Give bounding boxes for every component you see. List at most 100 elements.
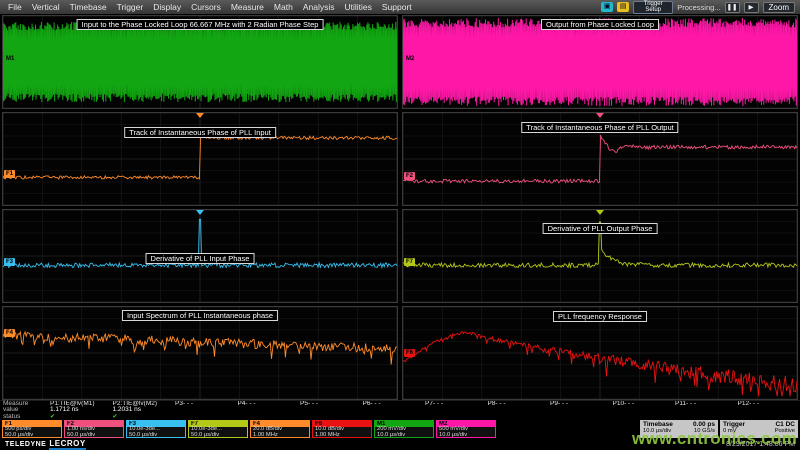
- descriptor-timebase: 50.0 μs/div: [65, 433, 123, 438]
- timebase-offset: 0.00 ps: [693, 421, 715, 428]
- panel-output-phase-track[interactable]: Track of Instantaneous Phase of PLL Outp…: [402, 112, 798, 206]
- timebase-scale: 10.0 μs/div: [643, 428, 671, 434]
- trigger-setup-line2: Setup: [645, 7, 661, 13]
- panel-input-phase-derivative[interactable]: Derivative of PLL Input Phase F3: [2, 209, 398, 303]
- measure-name: P10- - -: [613, 401, 676, 407]
- menu-analysis[interactable]: Analysis: [298, 2, 340, 12]
- trigger-box[interactable]: Trigger C1 DC 0 mV Positive: [720, 420, 798, 438]
- pause-button[interactable]: ❚❚: [725, 2, 740, 13]
- trace-tag: M1: [4, 55, 16, 63]
- descriptor-timebase: 10.0 μs/div: [437, 433, 495, 438]
- measure-column-p4[interactable]: P4- - -: [238, 401, 301, 419]
- panel-pll-input-carrier[interactable]: Input to the Phase Locked Loop 66.667 MH…: [2, 15, 398, 109]
- trace-tag: F4: [4, 329, 15, 337]
- trigger-source: C1 DC: [775, 421, 795, 428]
- play-button[interactable]: ▶: [744, 2, 759, 13]
- trace-title: Output from Phase Locked Loop: [541, 19, 659, 30]
- descriptor-timebase: 10.0 μs/div: [375, 433, 433, 438]
- descriptor-box-m2[interactable]: M2500 mV/div10.0 μs/div: [436, 420, 496, 438]
- menu-vertical[interactable]: Vertical: [27, 2, 65, 12]
- trace-title: Derivative of PLL Input Phase: [146, 253, 255, 264]
- trace-tag: F7: [404, 258, 415, 266]
- measure-column-p8[interactable]: P8- - -: [488, 401, 551, 419]
- trace-tag: F2: [404, 172, 415, 180]
- measure-name: P9- - -: [550, 401, 613, 407]
- step-position-marker: [596, 210, 604, 215]
- descriptor-box-f2[interactable]: F21.00 ns/div50.0 μs/div: [64, 420, 124, 438]
- waveform-trace: [3, 136, 397, 179]
- trigger-level: 0 mV: [723, 428, 737, 434]
- trigger-slope: Positive: [775, 428, 795, 434]
- menu-bar: File Vertical Timebase Trigger Display C…: [0, 0, 800, 14]
- measure-column-p5[interactable]: P5- - -: [300, 401, 363, 419]
- brand-teledyne: TELEDYNE: [5, 441, 46, 448]
- measure-name: P6- - -: [363, 401, 426, 407]
- timebase-box[interactable]: Timebase 0.00 ps 10.0 μs/div 10 GS/s: [640, 420, 718, 438]
- trace-title: Input Spectrum of PLL Instantaneous phas…: [122, 310, 278, 321]
- warning-status-icon[interactable]: ▤: [617, 2, 629, 12]
- descriptor-timebase: 50.0 μs/div: [189, 433, 247, 438]
- descriptor-box-f7[interactable]: F710.0e-3de...50.0 μs/div: [188, 420, 248, 438]
- panel-pll-frequency-response[interactable]: PLL frequency Response F6: [402, 306, 798, 400]
- menu-math[interactable]: Math: [269, 2, 298, 12]
- trace-tag: F1: [4, 170, 15, 178]
- measure-name: P3- - -: [175, 401, 238, 407]
- trigger-setup-button[interactable]: Trigger Setup: [633, 1, 673, 14]
- measure-column-p12[interactable]: P12- - -: [738, 401, 800, 419]
- measure-column-p9[interactable]: P9- - -: [550, 401, 613, 419]
- descriptor-timebase: 1.00 MHz: [251, 433, 309, 438]
- menu-utilities[interactable]: Utilities: [339, 2, 376, 12]
- trace-title: Track of Instantaneous Phase of PLL Inpu…: [124, 127, 276, 138]
- trigger-label: Trigger: [723, 421, 745, 428]
- measure-column-p7[interactable]: P7- - -: [425, 401, 488, 419]
- panel-input-phase-track[interactable]: Track of Instantaneous Phase of PLL Inpu…: [2, 112, 398, 206]
- trace-tag: F3: [4, 258, 15, 266]
- measure-column-p6[interactable]: P6- - -: [363, 401, 426, 419]
- measure-table: MeasurevaluestatusP1:TIE@lv(M1)1.1712 ns…: [0, 400, 800, 419]
- menu-display[interactable]: Display: [148, 2, 186, 12]
- measure-column-p10[interactable]: P10- - -: [613, 401, 676, 419]
- menu-measure[interactable]: Measure: [226, 2, 269, 12]
- menu-support[interactable]: Support: [377, 2, 417, 12]
- descriptor-box-f3[interactable]: F310.0e-3de...50.0 μs/div: [126, 420, 186, 438]
- zoom-button[interactable]: Zoom: [763, 2, 795, 13]
- measure-column-p1[interactable]: P1:TIE@lv(M1)1.1712 ns✔: [50, 401, 113, 419]
- menu-cursors[interactable]: Cursors: [186, 2, 226, 12]
- measure-name: P5- - -: [300, 401, 363, 407]
- measure-name: P12- - -: [738, 401, 800, 407]
- measure-column-p2[interactable]: P2:TIE@lv(M2)1.2031 ns✔: [113, 401, 176, 419]
- waveform-grid-area: Input to the Phase Locked Loop 66.667 MH…: [0, 14, 800, 400]
- trace-descriptor-boxes: F1500 ps/div50.0 μs/divF21.00 ns/div50.0…: [2, 420, 496, 438]
- descriptor-box-f1[interactable]: F1500 ps/div50.0 μs/div: [2, 420, 62, 438]
- descriptor-timebase: 50.0 μs/div: [127, 433, 185, 438]
- trace-title: Derivative of PLL Output Phase: [543, 223, 658, 234]
- descriptor-box-m1[interactable]: M1200 mV/div10.0 μs/div: [374, 420, 434, 438]
- measure-name: P4- - -: [238, 401, 301, 407]
- measure-column-p3[interactable]: P3- - -: [175, 401, 238, 419]
- trace-title: Input to the Phase Locked Loop 66.667 MH…: [77, 19, 324, 30]
- oscilloscope-app: File Vertical Timebase Trigger Display C…: [0, 0, 800, 450]
- waveform-trace: [3, 22, 397, 102]
- measure-name: P8- - -: [488, 401, 551, 407]
- menu-timebase[interactable]: Timebase: [65, 2, 112, 12]
- display-status-icon[interactable]: ▣: [601, 2, 613, 12]
- descriptor-bar: F1500 ps/div50.0 μs/divF21.00 ns/div50.0…: [0, 419, 800, 439]
- measure-name: P7- - -: [425, 401, 488, 407]
- descriptor-timebase: 50.0 μs/div: [3, 433, 61, 438]
- menu-file[interactable]: File: [3, 2, 27, 12]
- measure-column-p11[interactable]: P11- - -: [675, 401, 738, 419]
- processing-status: Processing...: [677, 3, 720, 12]
- brand-lecroy: LECROY: [49, 439, 85, 450]
- descriptor-box-f6[interactable]: F610.0 dB/div1.00 MHz: [312, 420, 372, 438]
- step-position-marker: [196, 113, 204, 118]
- datetime-display: 8/29/2017 1:48:06 PM: [726, 441, 795, 448]
- step-position-marker: [196, 210, 204, 215]
- panel-pll-output-carrier[interactable]: Output from Phase Locked Loop M2: [402, 15, 798, 109]
- panel-input-phase-spectrum[interactable]: Input Spectrum of PLL Instantaneous phas…: [2, 306, 398, 400]
- descriptor-box-f4[interactable]: F420.0 dB/div1.00 MHz: [250, 420, 310, 438]
- trace-tag: F6: [404, 349, 415, 357]
- menu-trigger[interactable]: Trigger: [112, 2, 149, 12]
- teledyne-lecroy-logo: TELEDYNE LECROY: [5, 439, 86, 450]
- timebase-samplerate: 10 GS/s: [694, 428, 715, 434]
- panel-output-phase-derivative[interactable]: Derivative of PLL Output Phase F7: [402, 209, 798, 303]
